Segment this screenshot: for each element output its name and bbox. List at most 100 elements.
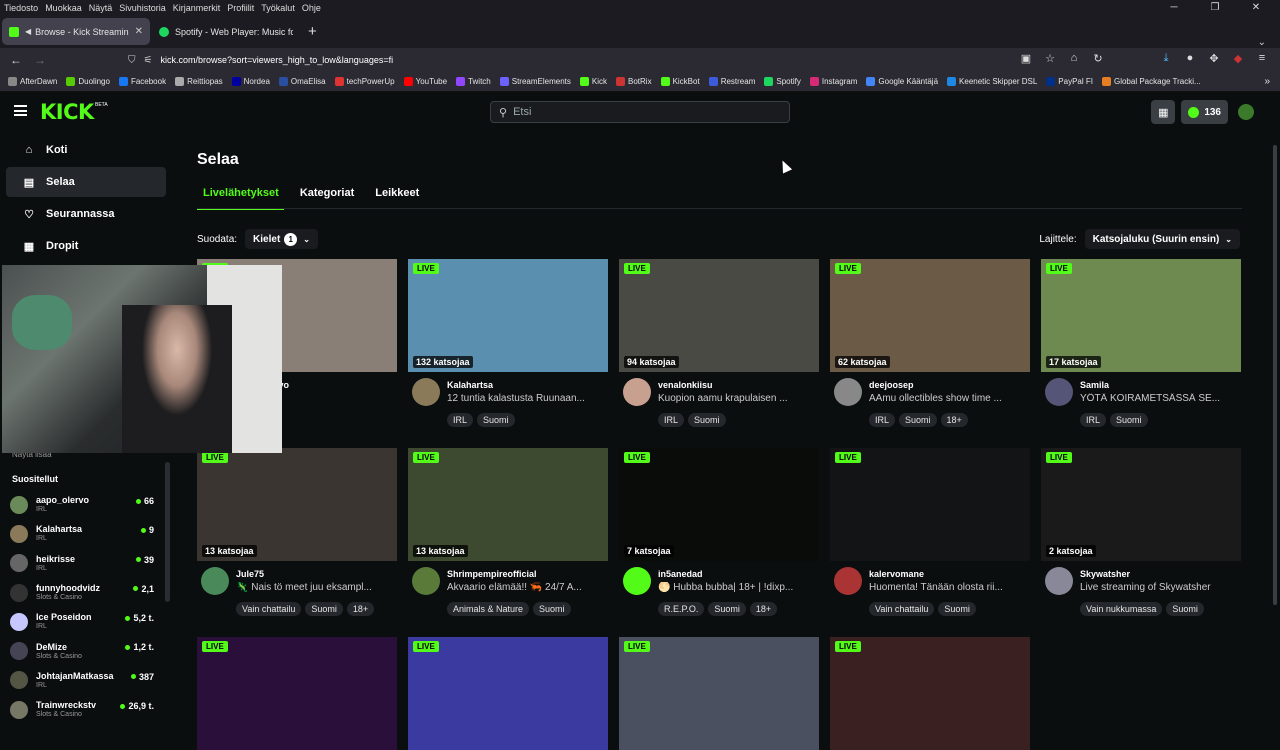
stream-title[interactable]: Akvaario elämää!! 🦐 24/7 A... (447, 582, 607, 593)
recommended-channel[interactable]: aapo_olervo IRL 66 (10, 490, 158, 519)
hamburger-menu-icon[interactable] (14, 105, 27, 116)
language-filter-button[interactable]: Kielet 1 ⌄ (245, 229, 318, 249)
back-icon[interactable]: ← (4, 53, 28, 67)
bookmark-item[interactable]: KickBot (660, 77, 700, 86)
close-tab-icon[interactable]: ✕ (135, 26, 143, 37)
stream-card[interactable]: LIVE 7 katsojaa in5anedad 🌕 Hubba bubba| 18… (619, 448, 819, 627)
bookmark-item[interactable]: BotRix (616, 77, 652, 86)
recommended-channel[interactable]: DeMize Slots & Casino 1,2 t. (10, 636, 158, 665)
bookmark-item[interactable]: Keenetic Skipper DSL (947, 77, 1037, 86)
sidebar-item-following[interactable]: ♡ Seurannassa (6, 199, 166, 229)
stream-thumbnail[interactable]: LIVE 132 katsojaa (408, 259, 608, 372)
reload-icon[interactable]: ↻ (1086, 52, 1110, 65)
stream-card[interactable]: LIVE 13 katsojaa Jule75 🦎 Nais tö meet juu … (197, 448, 397, 627)
tag-chip[interactable]: Suomi (899, 413, 937, 427)
bookmark-item[interactable]: Global Package Tracki... (1101, 77, 1201, 86)
tag-chip[interactable]: Suomi (938, 602, 976, 616)
tab-categories[interactable]: Kategoriat (295, 185, 359, 210)
recommended-channel[interactable]: heikrisse IRL 39 (10, 549, 158, 578)
stream-thumbnail[interactable]: LIVE (830, 448, 1030, 561)
downloads-icon[interactable]: ⤓ (1154, 52, 1178, 65)
menu-edit[interactable]: Muokkaa (45, 3, 82, 13)
tag-chip[interactable]: IRL (869, 413, 896, 427)
bookmark-item[interactable]: AfterDawn (8, 77, 57, 86)
bookmark-item[interactable]: Spotify (764, 77, 801, 86)
audio-icon[interactable]: ◀ (25, 27, 31, 36)
bookmark-item[interactable]: Twitch (456, 77, 491, 86)
menu-help[interactable]: Ohje (302, 3, 321, 13)
streamer-dashboard-button[interactable]: ▦ (1151, 100, 1176, 124)
tag-chip[interactable]: Suomi (305, 602, 343, 616)
bookmark-item[interactable]: Google Kääntäjä (866, 77, 938, 86)
stream-card[interactable]: LIVE 17 katsojaa Samila YÖTÄ KOIRAMETSÄSSÄ … (1041, 259, 1241, 438)
stream-title[interactable]: Live streaming of Skywatsher (1080, 582, 1240, 593)
tag-chip[interactable]: R.E.P.O. (658, 602, 705, 616)
stream-title[interactable]: Kuopion aamu krapulaisen ... (658, 393, 818, 404)
bookmark-item[interactable]: Instagram (809, 77, 857, 86)
more-bookmarks-icon[interactable]: » (1264, 76, 1270, 87)
avatar[interactable] (834, 378, 862, 406)
stream-title[interactable]: 12 tuntia kalastusta Ruunaan... (447, 393, 607, 404)
sidebar-scrollbar[interactable] (165, 462, 170, 602)
stream-thumbnail[interactable]: LIVE (408, 637, 608, 750)
kick-logo[interactable]: KICK (40, 100, 94, 124)
stream-card[interactable]: LIVE (830, 637, 1030, 750)
stream-thumbnail[interactable]: LIVE 13 katsojaa (197, 448, 397, 561)
new-tab-icon[interactable]: + (308, 23, 317, 40)
channel-name[interactable]: Shrimpempireofficial (447, 569, 537, 579)
translate-icon[interactable]: ▣ (1014, 52, 1038, 65)
tab-list-chevron-icon[interactable]: ⌄ (1258, 37, 1266, 48)
bookmark-item[interactable]: YouTube (403, 77, 447, 86)
stream-card[interactable]: LIVE 62 katsojaa deejoosep AAmu ollectibles… (830, 259, 1030, 438)
tab-kick[interactable]: ◀ Browse - Kick Streaming ✕ (2, 18, 150, 45)
channel-name[interactable]: Kalahartsa (447, 380, 493, 390)
avatar[interactable] (834, 567, 862, 595)
stream-title[interactable]: 🌕 Hubba bubba| 18+ | !dixp... (658, 582, 818, 593)
bookmark-item[interactable]: OmaElisa (278, 77, 326, 86)
stream-card[interactable]: LIVE 132 katsojaa Kalahartsa 12 tuntia kala… (408, 259, 608, 438)
stream-card[interactable]: LIVE 13 katsojaa Shrimpempireofficial Akvaa… (408, 448, 608, 627)
sidebar-item-home[interactable]: ⌂ Koti (6, 135, 166, 165)
minimize-icon[interactable]: ─ (1157, 0, 1191, 15)
bookmark-item[interactable]: PayPal FI (1046, 77, 1093, 86)
scrollbar-thumb[interactable] (1273, 145, 1277, 605)
avatar[interactable] (412, 567, 440, 595)
avatar[interactable] (412, 378, 440, 406)
bookmark-item[interactable]: Facebook (118, 77, 166, 86)
url-field[interactable]: ⛉ ⚟ kick.com/browse?sort=viewers_high_to… (128, 50, 1028, 70)
channel-name[interactable]: Jule75 (236, 569, 264, 579)
stream-thumbnail[interactable]: LIVE 7 katsojaa (619, 448, 819, 561)
channel-name[interactable]: in5anedad (658, 569, 703, 579)
bookmark-item[interactable]: techPowerUp (334, 77, 395, 86)
channel-name[interactable]: deejoosep (869, 380, 914, 390)
forward-icon[interactable]: → (28, 53, 52, 67)
stream-thumbnail[interactable]: LIVE 13 katsojaa (408, 448, 608, 561)
tag-chip[interactable]: Vain chattailu (869, 602, 935, 616)
bookmark-item[interactable]: Nordea (231, 77, 270, 86)
avatar[interactable] (1045, 378, 1073, 406)
stream-thumbnail[interactable]: LIVE 2 katsojaa (1041, 448, 1241, 561)
stream-thumbnail[interactable]: LIVE 17 katsojaa (1041, 259, 1241, 372)
restore-icon[interactable]: ❐ (1198, 0, 1232, 15)
stream-title[interactable]: AAmu ollectibles show time ... (869, 393, 1029, 404)
channel-name[interactable]: venalonkiisu (658, 380, 713, 390)
sidebar-item-browse[interactable]: ▤ Selaa (6, 167, 166, 197)
bookmark-item[interactable]: Restream (708, 77, 755, 86)
menu-tools[interactable]: Työkalut (261, 3, 295, 13)
stream-thumbnail[interactable]: LIVE (197, 637, 397, 750)
tag-chip[interactable]: Suomi (708, 602, 746, 616)
page-scrollbar[interactable] (1270, 133, 1280, 720)
stream-title[interactable]: 🦎 Nais tö meet juu eksampl... (236, 582, 396, 593)
channel-name[interactable]: kalervomane (869, 569, 924, 579)
tag-chip[interactable]: 18+ (940, 413, 968, 427)
tag-chip[interactable]: IRL (658, 413, 685, 427)
ublock-icon[interactable]: ◆ (1226, 52, 1250, 65)
tag-chip[interactable]: IRL (1080, 413, 1107, 427)
tag-chip[interactable]: IRL (447, 413, 474, 427)
menu-file[interactable]: Tiedosto (4, 3, 38, 13)
channel-name[interactable]: Samila (1080, 380, 1109, 390)
extensions-icon[interactable]: ✥ (1202, 52, 1226, 65)
tab-spotify[interactable]: Spotify - Web Player: Music for (152, 18, 300, 45)
tab-live-streams[interactable]: Livelähetykset (197, 185, 284, 210)
stream-card[interactable]: LIVE (619, 637, 819, 750)
